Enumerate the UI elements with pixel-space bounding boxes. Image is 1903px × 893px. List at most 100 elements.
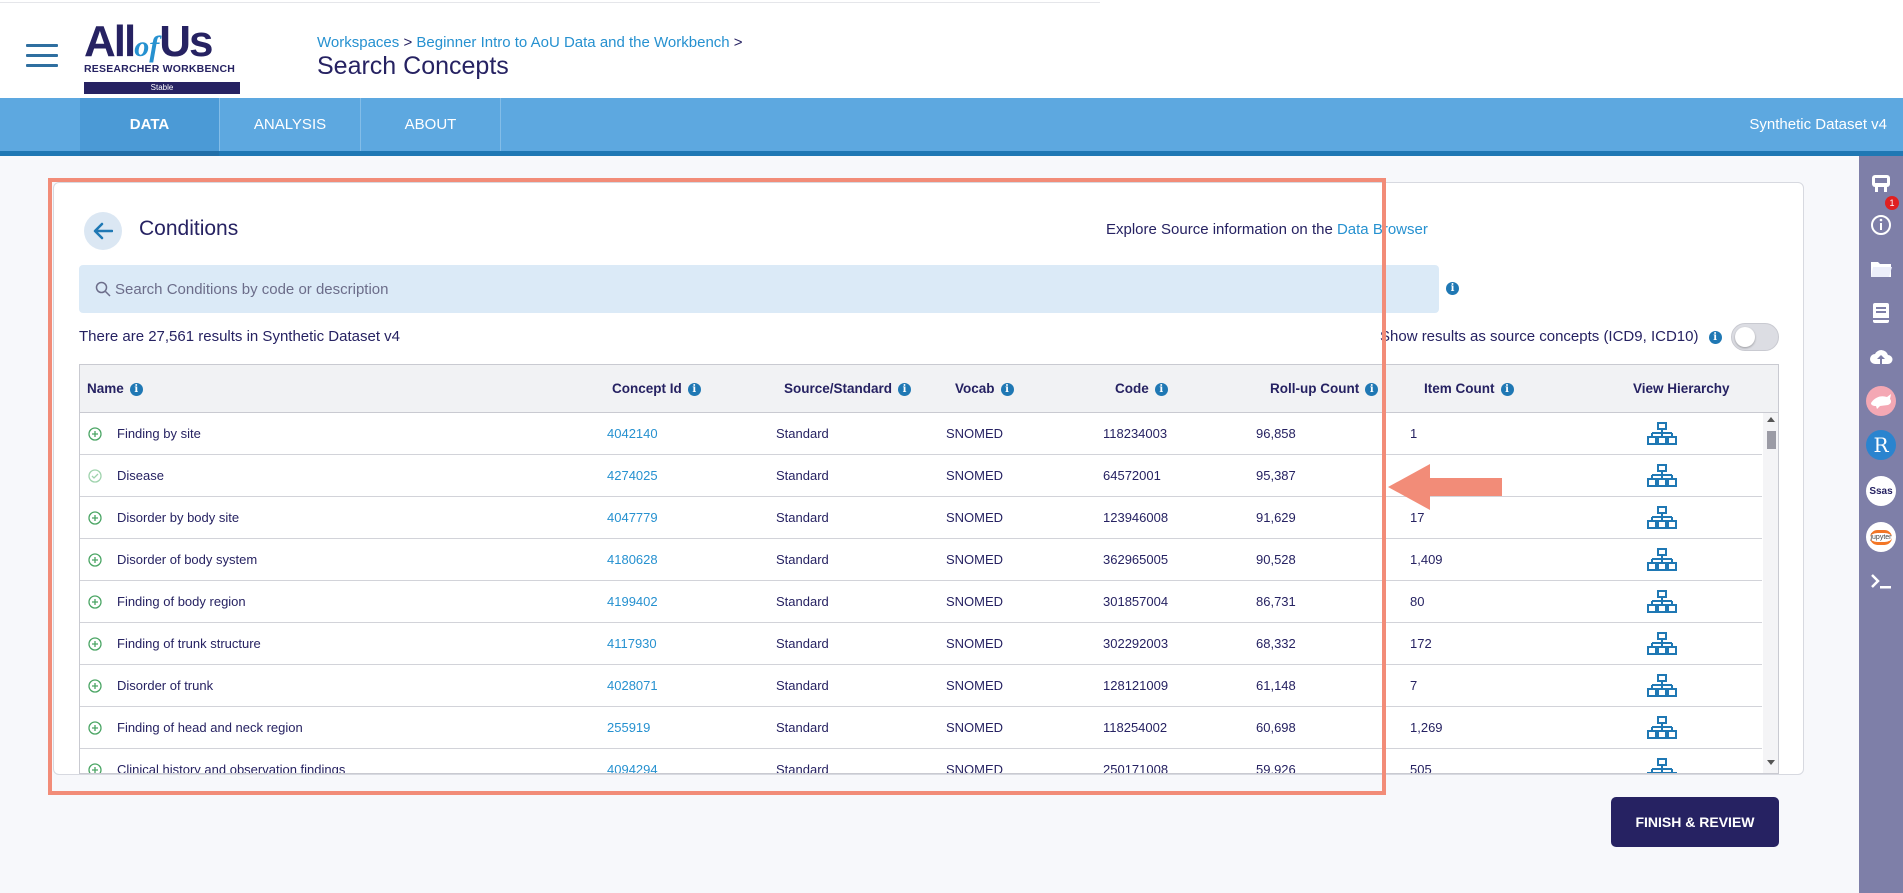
source-standard: Standard — [776, 594, 829, 609]
view-hierarchy-icon[interactable] — [1647, 422, 1677, 449]
table-scrollbar[interactable] — [1763, 413, 1778, 773]
item-count: 1,409 — [1410, 552, 1443, 567]
cloud-upload-icon[interactable] — [1866, 342, 1896, 372]
view-hierarchy-icon[interactable] — [1647, 716, 1677, 743]
finish-and-review-button[interactable]: FINISH & REVIEW — [1611, 797, 1779, 847]
rstudio-icon[interactable]: R — [1866, 430, 1896, 460]
tab-about[interactable]: ABOUT — [361, 98, 501, 151]
add-concept-icon[interactable] — [88, 637, 102, 654]
add-concept-icon[interactable] — [88, 553, 102, 570]
tab-analysis[interactable]: ANALYSIS — [220, 98, 361, 151]
hamburger-menu-icon[interactable] — [26, 44, 58, 68]
concept-id-link[interactable]: 4094294 — [607, 749, 658, 773]
all-of-us-logo[interactable]: AllofUs RESEARCHER WORKBENCH Stable — [84, 20, 240, 94]
column-header-item-count[interactable]: Item Count i — [1424, 365, 1514, 413]
breadcrumb-separator: > — [733, 34, 743, 51]
search-info-icon[interactable]: i — [1446, 282, 1459, 295]
concept-search-box — [79, 265, 1439, 313]
source-toggle-info-icon[interactable]: i — [1708, 330, 1722, 344]
column-header-view-hierarchy: View Hierarchy — [1633, 381, 1730, 396]
vocab: SNOMED — [946, 636, 1004, 651]
sas-glyph: Ssas — [1869, 485, 1893, 497]
breadcrumb-workspace[interactable]: Beginner Intro to AoU Data and the Workb… — [416, 34, 729, 51]
scroll-up-icon[interactable] — [1767, 417, 1775, 422]
column-header-concept-id[interactable]: Concept Id i — [612, 365, 701, 413]
view-hierarchy-icon[interactable] — [1647, 758, 1677, 773]
breadcrumb-workspaces[interactable]: Workspaces — [317, 34, 399, 51]
info-icon[interactable]: i — [1154, 382, 1168, 396]
selected-concept-check-icon[interactable] — [88, 469, 102, 486]
column-header-source-standard[interactable]: Source/Standard i — [784, 365, 912, 413]
add-concept-icon[interactable] — [88, 763, 102, 773]
rollup-count: 95,387 — [1256, 468, 1296, 483]
code: 118234003 — [1103, 426, 1168, 441]
view-hierarchy-icon[interactable] — [1647, 506, 1677, 533]
concept-id-link[interactable]: 4274025 — [607, 455, 658, 497]
concept-id-link[interactable]: 255919 — [607, 707, 650, 749]
concept-id-link[interactable]: 4047779 — [607, 497, 658, 539]
info-icon[interactable]: i — [1365, 382, 1379, 396]
view-hierarchy-icon[interactable] — [1647, 674, 1677, 701]
info-icon[interactable]: i — [687, 382, 701, 396]
cromwell-icon[interactable] — [1866, 386, 1896, 416]
scroll-thumb[interactable] — [1767, 431, 1776, 449]
jupyter-glyph: jupyter — [1870, 529, 1892, 545]
right-help-rail: 1 R Ssas jupyter — [1859, 156, 1903, 893]
back-button[interactable] — [84, 212, 122, 250]
page-title: Search Concepts — [317, 52, 509, 80]
table-row: Finding by site 4042140 Standard SNOMED … — [80, 413, 1762, 455]
logo-wordmark: AllofUs — [84, 17, 213, 66]
info-icon[interactable] — [1866, 210, 1896, 240]
view-hierarchy-icon[interactable] — [1647, 548, 1677, 575]
add-concept-icon[interactable] — [88, 595, 102, 612]
concept-id-link[interactable]: 4042140 — [607, 413, 658, 455]
logo-subtitle: RESEARCHER WORKBENCH — [84, 63, 236, 75]
concept-id-link[interactable]: 4199402 — [607, 581, 658, 623]
add-concept-icon[interactable] — [88, 721, 102, 738]
terminal-icon[interactable] — [1866, 566, 1896, 596]
vocab: SNOMED — [946, 426, 1004, 441]
data-browser-link[interactable]: Data Browser — [1337, 221, 1428, 238]
concept-name: Finding of head and neck region — [117, 720, 303, 735]
add-concept-icon[interactable] — [88, 679, 102, 696]
view-hierarchy-icon[interactable] — [1647, 590, 1677, 617]
column-header-name[interactable]: Name i — [87, 365, 143, 413]
info-icon[interactable]: i — [1000, 382, 1014, 396]
code: 118254002 — [1103, 720, 1168, 735]
item-count: 505 — [1410, 762, 1432, 774]
column-header-vocab[interactable]: Vocab i — [955, 365, 1014, 413]
concept-name: Clinical history and observation finding… — [117, 762, 346, 774]
domain-title: Conditions — [139, 217, 239, 240]
concept-id-link[interactable]: 4117930 — [607, 623, 657, 665]
tab-data[interactable]: DATA — [80, 98, 220, 156]
sas-icon[interactable]: Ssas — [1866, 476, 1896, 506]
source-standard: Standard — [776, 636, 829, 651]
view-hierarchy-icon[interactable] — [1647, 464, 1677, 491]
column-header-code[interactable]: Code i — [1115, 365, 1168, 413]
scroll-down-icon[interactable] — [1767, 760, 1775, 765]
info-icon[interactable]: i — [129, 382, 143, 396]
column-header-rollup-count[interactable]: Roll-up Count i — [1270, 365, 1379, 413]
workspace-nav: DATA ANALYSIS ABOUT Synthetic Dataset v4 — [0, 98, 1903, 156]
add-concept-icon[interactable] — [88, 511, 102, 528]
rollup-count: 86,731 — [1256, 594, 1296, 609]
view-hierarchy-icon[interactable] — [1647, 632, 1677, 659]
header-top-divider — [0, 2, 1100, 3]
source-standard: Standard — [776, 510, 829, 525]
info-icon[interactable]: i — [898, 382, 912, 396]
source-concepts-toggle[interactable] — [1731, 323, 1779, 351]
search-input[interactable] — [115, 265, 1425, 313]
notebook-icon[interactable] — [1866, 298, 1896, 328]
breadcrumb-separator: > — [403, 34, 413, 51]
concept-id-link[interactable]: 4028071 — [607, 665, 658, 707]
folder-icon[interactable] — [1866, 254, 1896, 284]
concept-id-link[interactable]: 4180628 — [607, 539, 658, 581]
criteria-cart-icon[interactable]: 1 — [1866, 168, 1899, 210]
add-concept-icon[interactable] — [88, 427, 102, 444]
rollup-count: 60,698 — [1256, 720, 1296, 735]
item-count: 1 — [1410, 426, 1418, 441]
info-icon[interactable]: i — [1500, 382, 1514, 396]
source-toggle-text: Show results as source concepts (ICD9, I… — [1380, 328, 1699, 345]
source-concepts-label: Show results as source concepts (ICD9, I… — [1380, 328, 1722, 345]
jupyter-icon[interactable]: jupyter — [1866, 522, 1896, 552]
